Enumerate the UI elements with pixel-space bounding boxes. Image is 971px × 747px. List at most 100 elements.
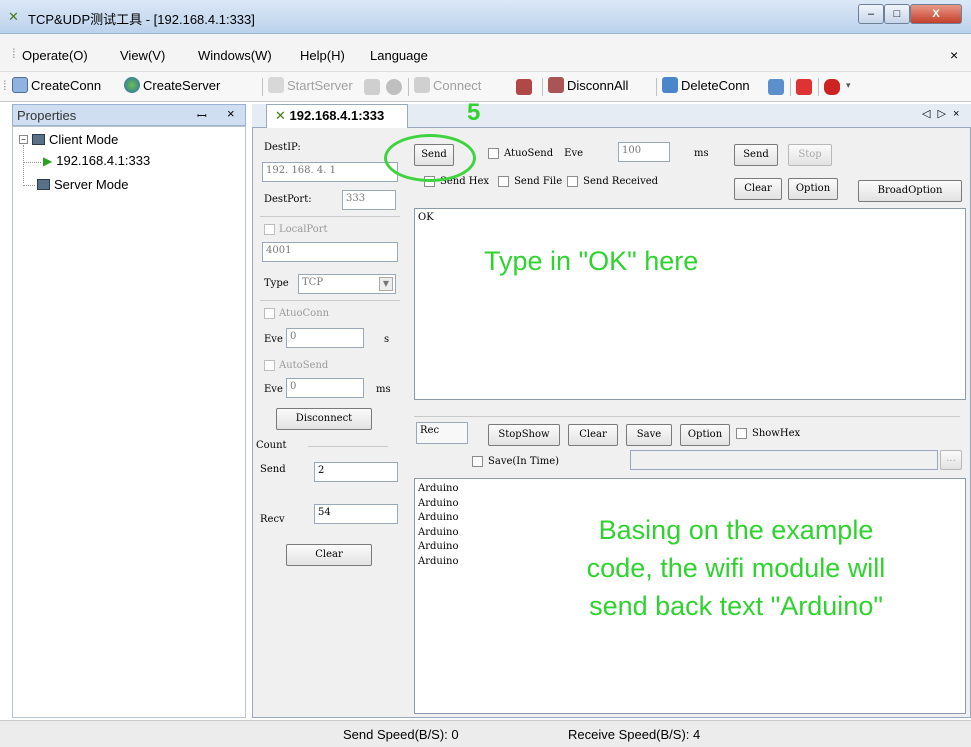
delete-conn-label: DeleteConn [681,77,750,93]
show-hex-checkbox[interactable] [736,428,747,439]
tree-line [23,185,35,186]
window-title: TCP&UDP测试工具 - [192.168.4.1:333] [28,12,255,27]
show-hex-row[interactable]: ShowHex [736,428,800,439]
save-in-time-checkbox[interactable] [472,456,483,467]
recv-clear-button[interactable]: Clear [568,424,618,446]
tree-node-server-mode[interactable]: Server Mode [37,177,128,192]
connect-icon [414,77,430,93]
auto-send-interval-field[interactable]: 0 [286,378,364,398]
server-mode-label: Server Mode [54,177,129,192]
recv-option-button[interactable]: Option [680,424,730,446]
mdi-close-icon[interactable]: × [950,47,958,63]
auto-send-checkbox-row[interactable]: AutoSend [264,360,328,371]
browse-button[interactable]: ... [940,450,962,470]
count-clear-button[interactable]: Clear [286,544,372,566]
auto-conn-label: AtuoConn [279,308,330,319]
tree-node-client-mode[interactable]: − Client Mode [19,132,118,147]
disconnect-button[interactable]: Disconnect [276,408,372,430]
delete-conn-button[interactable]: DeleteConn [662,77,750,93]
create-server-button[interactable]: CreateServer [124,77,220,93]
auto-conn-interval-field[interactable]: 0 [286,328,364,348]
recv-count-field[interactable]: 54 [314,504,398,524]
stop-show-button[interactable]: StopShow [488,424,560,446]
chevron-down-icon[interactable]: ▼ [379,277,393,291]
send-options-row: Send Hex Send File Send Received [424,176,658,187]
divider [308,446,388,447]
connect-label: Connect [433,77,482,93]
menu-operate[interactable]: Operate(O) [22,48,88,63]
tab-nav-controls[interactable]: ◁ ▷ × [922,107,961,120]
step-number: 5 [467,99,481,126]
properties-close-icon[interactable]: × [227,106,235,121]
connect-button[interactable]: Connect [414,77,481,93]
recv-save-button[interactable]: Save [626,424,672,446]
start-server-button[interactable]: StartServer [268,77,353,93]
auto-send-stop-button[interactable]: Stop [788,144,832,166]
toolbar-overflow-icon[interactable]: ▾ [846,80,851,91]
send-count-label: Send [260,464,286,475]
send-option-button[interactable]: Option [788,178,838,200]
send-received-checkbox[interactable] [567,176,579,187]
menu-help[interactable]: Help(H) [300,48,345,63]
rec-label-box: Rec [416,422,468,444]
pin-icon[interactable]: ꟷ [197,107,207,124]
minimize-button[interactable]: – [858,4,884,24]
stop-icon[interactable] [796,79,812,95]
menu-windows[interactable]: Windows(W) [198,48,272,63]
auto-conn-checkbox[interactable] [264,308,275,319]
maximize-button[interactable]: □ [884,4,910,24]
auto-send-row[interactable]: AtuoSend Eve [488,148,583,159]
type-hint-annotation: Type in "OK" here [484,246,699,276]
tree-line [23,162,41,163]
server-settings-icon[interactable] [386,79,402,95]
send-text-value: OK [418,212,434,223]
auto-send-panel-label: AtuoSend [504,148,554,159]
recv-line: Arduino [418,497,459,509]
disconn-all-label: DisconnAll [567,77,629,93]
eve-interval-field[interactable]: 100 [618,142,670,162]
receive-speed: Receive Speed(B/S): 4 [568,727,701,742]
auto-send-start-button[interactable]: Send [734,144,778,166]
eve-unit: ms [694,148,709,159]
menu-view[interactable]: View(V) [120,48,165,63]
auto-send-checkbox[interactable] [264,360,275,371]
delete-all-icon[interactable] [768,79,784,95]
close-window-button[interactable]: X [910,4,962,24]
properties-header: Properties ꟷ × [12,104,246,126]
disconnect-icon[interactable] [516,79,532,95]
local-port-label: LocalPort [279,224,328,235]
properties-tree: − Client Mode ▶ 192.168.4.1:333 Server M… [12,126,246,718]
local-port-field[interactable]: 4001 [262,242,398,262]
type-select[interactable]: TCP ▼ [298,274,396,294]
send-text-area[interactable]: OK [414,208,966,400]
auto-conn-eve-label: Eve [264,334,283,345]
auto-conn-checkbox-row[interactable]: AtuoConn [264,308,329,319]
local-port-checkbox[interactable] [264,224,275,235]
broad-option-button[interactable]: BroadOption [858,180,962,202]
dest-ip-field[interactable]: 192. 168. 4. 1 [262,162,398,182]
exit-icon[interactable] [824,79,840,95]
tab-connection[interactable]: ✕ 192.168.4.1:333 [266,104,408,128]
disconn-all-button[interactable]: DisconnAll [548,77,628,93]
collapse-icon[interactable]: − [19,135,28,144]
send-received-label: Send Received [583,176,659,187]
recv-count-label: Recv [260,514,285,525]
save-path-field[interactable] [630,450,938,470]
delete-conn-icon [662,77,678,93]
dest-ip-label: DestIP: [264,142,301,153]
create-conn-button[interactable]: CreateConn [12,77,101,93]
send-clear-button[interactable]: Clear [734,178,782,200]
dest-port-field[interactable]: 333 [342,190,396,210]
local-port-checkbox-row[interactable]: LocalPort [264,224,328,235]
send-count-field[interactable]: 2 [314,462,398,482]
show-hex-label: ShowHex [752,428,801,439]
eve-label: Eve [564,148,584,159]
stop-server-icon[interactable] [364,79,380,95]
auto-conn-unit: s [384,334,390,345]
save-in-time-row[interactable]: Save(In Time) [472,456,559,467]
menu-language[interactable]: Language [370,48,428,63]
type-select-value: TCP [302,277,324,288]
tree-node-client-connection[interactable]: ▶ 192.168.4.1:333 [43,153,150,168]
auto-send-panel-checkbox[interactable] [488,148,499,159]
send-file-checkbox[interactable] [498,176,510,187]
